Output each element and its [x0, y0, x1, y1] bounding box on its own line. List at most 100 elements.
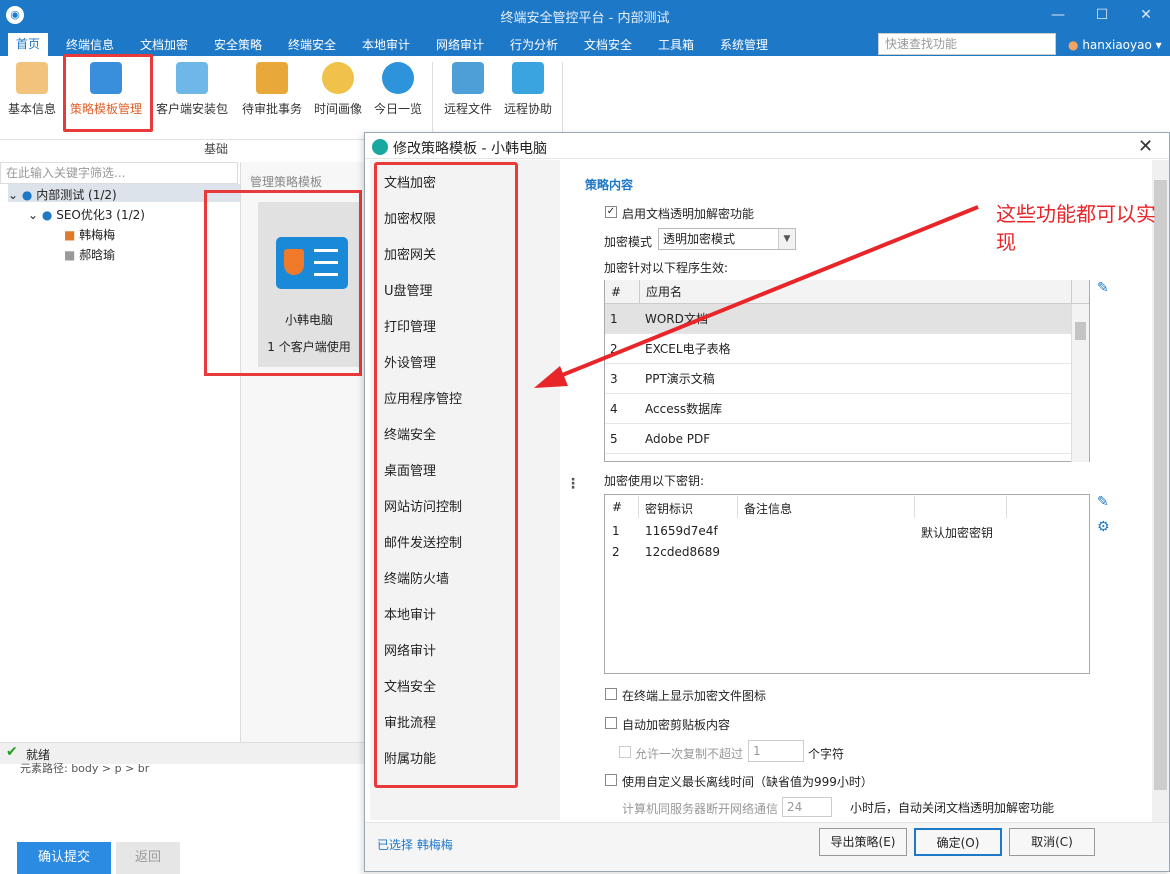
ok-button[interactable]: 确定(O) [914, 828, 1002, 856]
copy-limit-stepper[interactable]: 1 [748, 740, 804, 762]
menu-network-audit[interactable]: 网络审计 [436, 34, 484, 56]
offline-time-label: 使用自定义最长离线时间（缺省值为999小时） [622, 775, 873, 789]
ribbon-today-overview[interactable]: 今日一览 [374, 62, 422, 117]
ribbon-label: 时间画像 [314, 102, 363, 116]
tree-user-label: 郝晗瑜 [79, 248, 116, 262]
user-icon: ● [1068, 38, 1079, 52]
ribbon-time-profile[interactable]: 时间画像 [314, 62, 362, 117]
tree-user[interactable]: ■ 韩梅梅 [64, 226, 115, 243]
computer-icon: ■ [64, 228, 76, 242]
clipboard-label: 自动加密剪贴板内容 [622, 718, 731, 732]
package-icon [176, 62, 208, 94]
keys-table [604, 494, 1090, 674]
copy-limit-label: 允许一次复制不超过 [635, 747, 744, 761]
tree-root[interactable]: ⌄ ● 内部测试 (1/2) [8, 186, 117, 203]
menu-system-admin[interactable]: 系统管理 [720, 34, 768, 56]
clock-icon [322, 62, 354, 94]
tree-group[interactable]: ⌄ ● SEO优化3 (1/2) [28, 206, 145, 223]
menu-toolbox[interactable]: 工具箱 [658, 34, 694, 56]
menu-doc-encrypt[interactable]: 文档加密 [140, 34, 188, 56]
disconnect-hours-stepper[interactable]: 24 [782, 797, 832, 817]
menu-behavior-analysis[interactable]: 行为分析 [510, 34, 558, 56]
column-header: 密钥标识 [645, 502, 694, 516]
column-divider [914, 496, 915, 518]
tree-user[interactable]: ■ 郝晗瑜 [64, 246, 115, 263]
ribbon-separator [432, 62, 433, 132]
tree-filter-input[interactable]: 在此输入关键字筛选... [0, 162, 238, 184]
template-panel-header: 管理策略模板 [250, 175, 323, 189]
show-icon-checkbox[interactable] [605, 688, 617, 700]
ribbon-label: 远程协助 [504, 102, 553, 116]
keys-label: 加密使用以下密钥: [604, 474, 705, 488]
title-bar: ◉ 终端安全管控平台 - 内部测试 — ☐ ✕ [0, 0, 1170, 30]
section-title: 策略内容 [585, 178, 634, 192]
approval-icon [256, 62, 288, 94]
menu-bar: 首页 终端信息 文档加密 安全策略 终端安全 本地审计 网络审计 行为分析 文档… [0, 30, 1170, 56]
menu-terminal-security[interactable]: 终端安全 [288, 34, 336, 56]
close-window-icon[interactable]: ✕ [1134, 4, 1158, 26]
header-corner [1071, 280, 1089, 304]
pencil-icon[interactable]: ✎ [1097, 281, 1111, 295]
quick-search-input[interactable]: 快速查找功能 [878, 33, 1056, 55]
menu-security-policy[interactable]: 安全策略 [214, 34, 262, 56]
pencil-icon[interactable]: ✎ [1097, 495, 1111, 509]
element-path: 元素路径: body > p > br [20, 762, 150, 775]
gear-icon[interactable]: ⚙ [1097, 520, 1111, 534]
key-id: 11659d7e4f [645, 524, 718, 538]
user-menu[interactable]: ● hanxiaoyao ▾ [1068, 38, 1162, 52]
table-scrollbar[interactable] [1071, 304, 1089, 462]
column-divider [1006, 496, 1007, 518]
menu-terminal-info[interactable]: 终端信息 [66, 34, 114, 56]
monitor-icon [512, 62, 544, 94]
highlight-box-categories [374, 162, 518, 788]
collapse-icon[interactable]: ⌄ [28, 208, 38, 222]
menu-doc-security[interactable]: 文档安全 [584, 34, 632, 56]
close-icon[interactable]: ✕ [1138, 136, 1153, 157]
window-title: 终端安全管控平台 - 内部测试 [500, 11, 670, 26]
tree-user-label: 韩梅梅 [79, 228, 116, 242]
copy-limit-unit: 个字符 [808, 747, 845, 761]
ribbon-group-label: 基础 [204, 142, 229, 156]
table-row[interactable]: 5 Adobe PDF [605, 424, 1071, 454]
ribbon-remote-file[interactable]: 远程文件 [444, 62, 492, 117]
copy-limit-checkbox[interactable] [619, 746, 631, 758]
key-note: 默认加密密钥 [921, 526, 994, 540]
ribbon-label: 待审批事务 [242, 102, 303, 116]
annotation-arrow [534, 205, 979, 388]
check-icon: ✔ [6, 744, 18, 760]
selected-users: 已选择 韩梅梅 [377, 838, 453, 852]
ribbon-pending-approval[interactable]: 待审批事务 [242, 62, 302, 117]
splitter-handle[interactable]: ⋮ [566, 476, 580, 492]
export-policy-button[interactable]: 导出策略(E) [819, 828, 907, 856]
chevron-down-icon: ▾ [1155, 38, 1162, 52]
back-button[interactable]: 返回 [116, 842, 180, 874]
ribbon-label: 远程文件 [444, 102, 493, 116]
ribbon-client-package[interactable]: 客户端安装包 [156, 62, 228, 117]
clipboard-checkbox[interactable] [605, 717, 617, 729]
dialog-scroll-thumb[interactable] [1154, 180, 1167, 790]
offline-time-checkbox[interactable] [605, 774, 617, 786]
person-icon [16, 62, 48, 94]
highlight-box-card [204, 190, 362, 376]
ribbon-basic-info[interactable]: 基本信息 [8, 62, 56, 117]
computer-icon: ■ [64, 248, 76, 262]
maximize-icon[interactable]: ☐ [1090, 4, 1114, 26]
disconnect-suffix: 小时后，自动关闭文档透明加解密功能 [850, 801, 1055, 815]
dialog-title: 修改策略模板 - 小韩电脑 [393, 141, 547, 157]
ribbon-separator [562, 62, 563, 132]
ribbon-remote-assist[interactable]: 远程协助 [504, 62, 552, 117]
column-header: 备注信息 [744, 502, 793, 516]
key-index: 2 [612, 545, 620, 559]
disconnect-label: 计算机同服务器断开网络通信 [622, 802, 779, 816]
key-id: 12cded8689 [645, 545, 721, 559]
column-divider [737, 496, 738, 518]
menu-local-audit[interactable]: 本地审计 [362, 34, 410, 56]
eye-icon [382, 62, 414, 94]
group-icon: ● [41, 208, 53, 222]
cancel-button[interactable]: 取消(C) [1009, 828, 1095, 856]
menu-home[interactable]: 首页 [8, 33, 49, 56]
confirm-submit-button[interactable]: 确认提交 [17, 842, 111, 874]
minimize-icon[interactable]: — [1046, 4, 1070, 26]
collapse-icon[interactable]: ⌄ [8, 188, 18, 202]
column-header: # [612, 500, 623, 514]
